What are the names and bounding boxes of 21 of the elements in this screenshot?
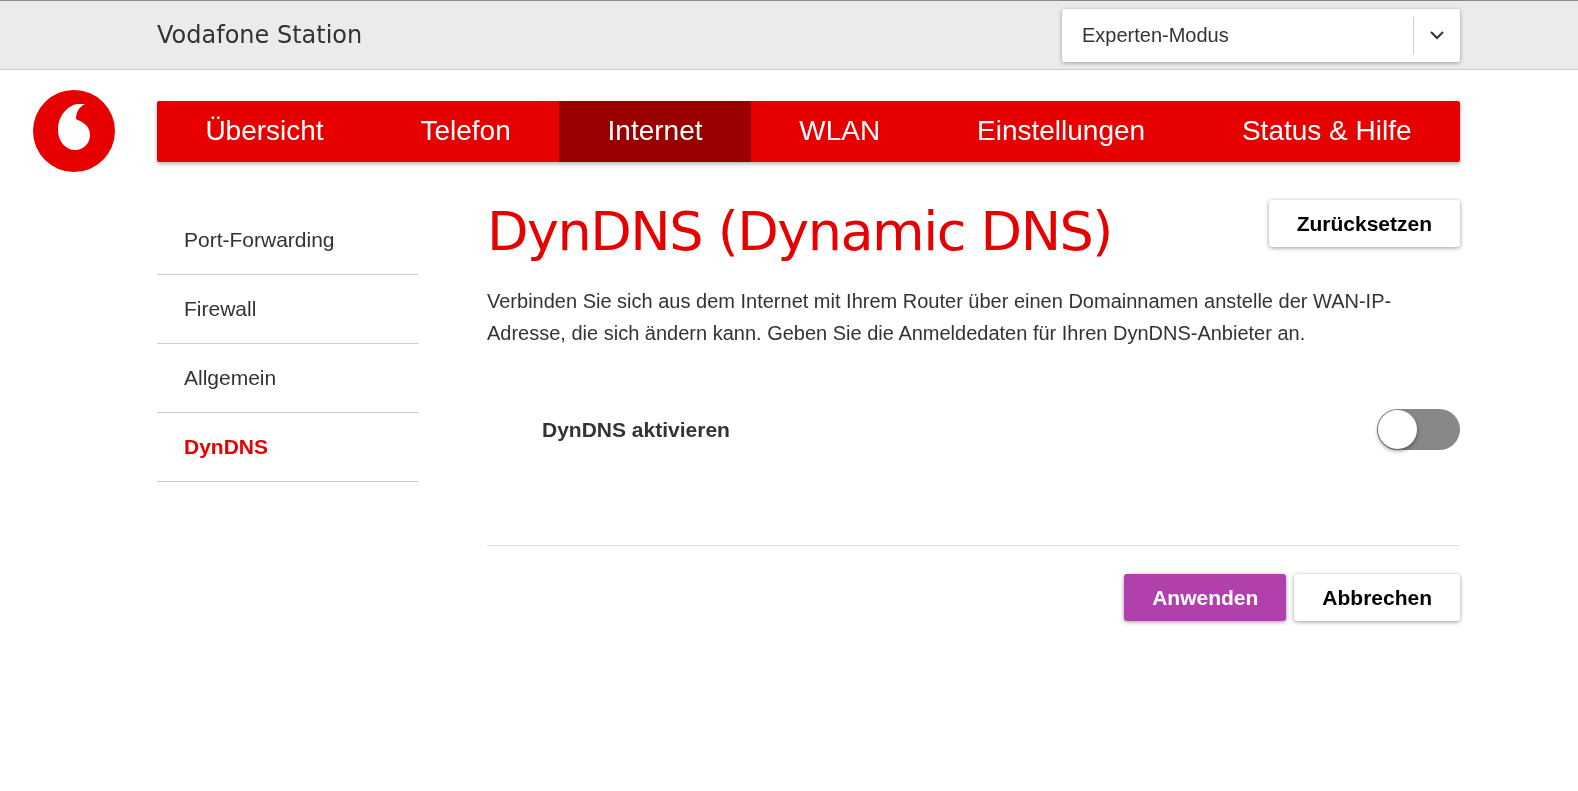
toggle-switch[interactable] [1377,409,1460,450]
sidebar-item[interactable]: DynDNS [157,413,418,482]
nav-tab[interactable]: Internet [559,100,751,162]
cancel-button[interactable]: Abbrechen [1294,574,1460,621]
nav-tab[interactable]: Übersicht [157,100,373,162]
page-heading: DynDNS (Dynamic DNS) [487,200,1112,263]
sidebar-item[interactable]: Firewall [157,275,418,344]
sidebar-item[interactable]: Port-Forwarding [157,206,418,275]
mode-select[interactable]: Experten-Modus [1062,8,1460,62]
logo-icon [33,90,115,172]
nav-tab[interactable]: WLAN [750,100,929,162]
nav-tab[interactable]: Status & Hilfe [1193,100,1460,162]
sidebar-item[interactable]: Allgemein [157,344,418,413]
app-title: Vodafone Station [157,21,363,49]
description-text: Verbinden Sie sich aus dem Internet mit Ihrem Router über einen Domainnamen anstelle der WAN-IP-Adresse, die sich ändern kann. Geben Sie die Anmeldedaten für Ihren DynDNS-Anbieter an. [487,289,1393,346]
apply-button[interactable]: Anwenden [1124,574,1287,621]
nav-tab[interactable]: Telefon [372,100,560,162]
reset-button[interactable]: Zurücksetzen [1268,200,1460,247]
toggle-label: DynDNS aktivieren [542,417,730,442]
nav-tab[interactable]: Einstellungen [928,100,1194,162]
chevron-down-icon [1430,30,1444,40]
